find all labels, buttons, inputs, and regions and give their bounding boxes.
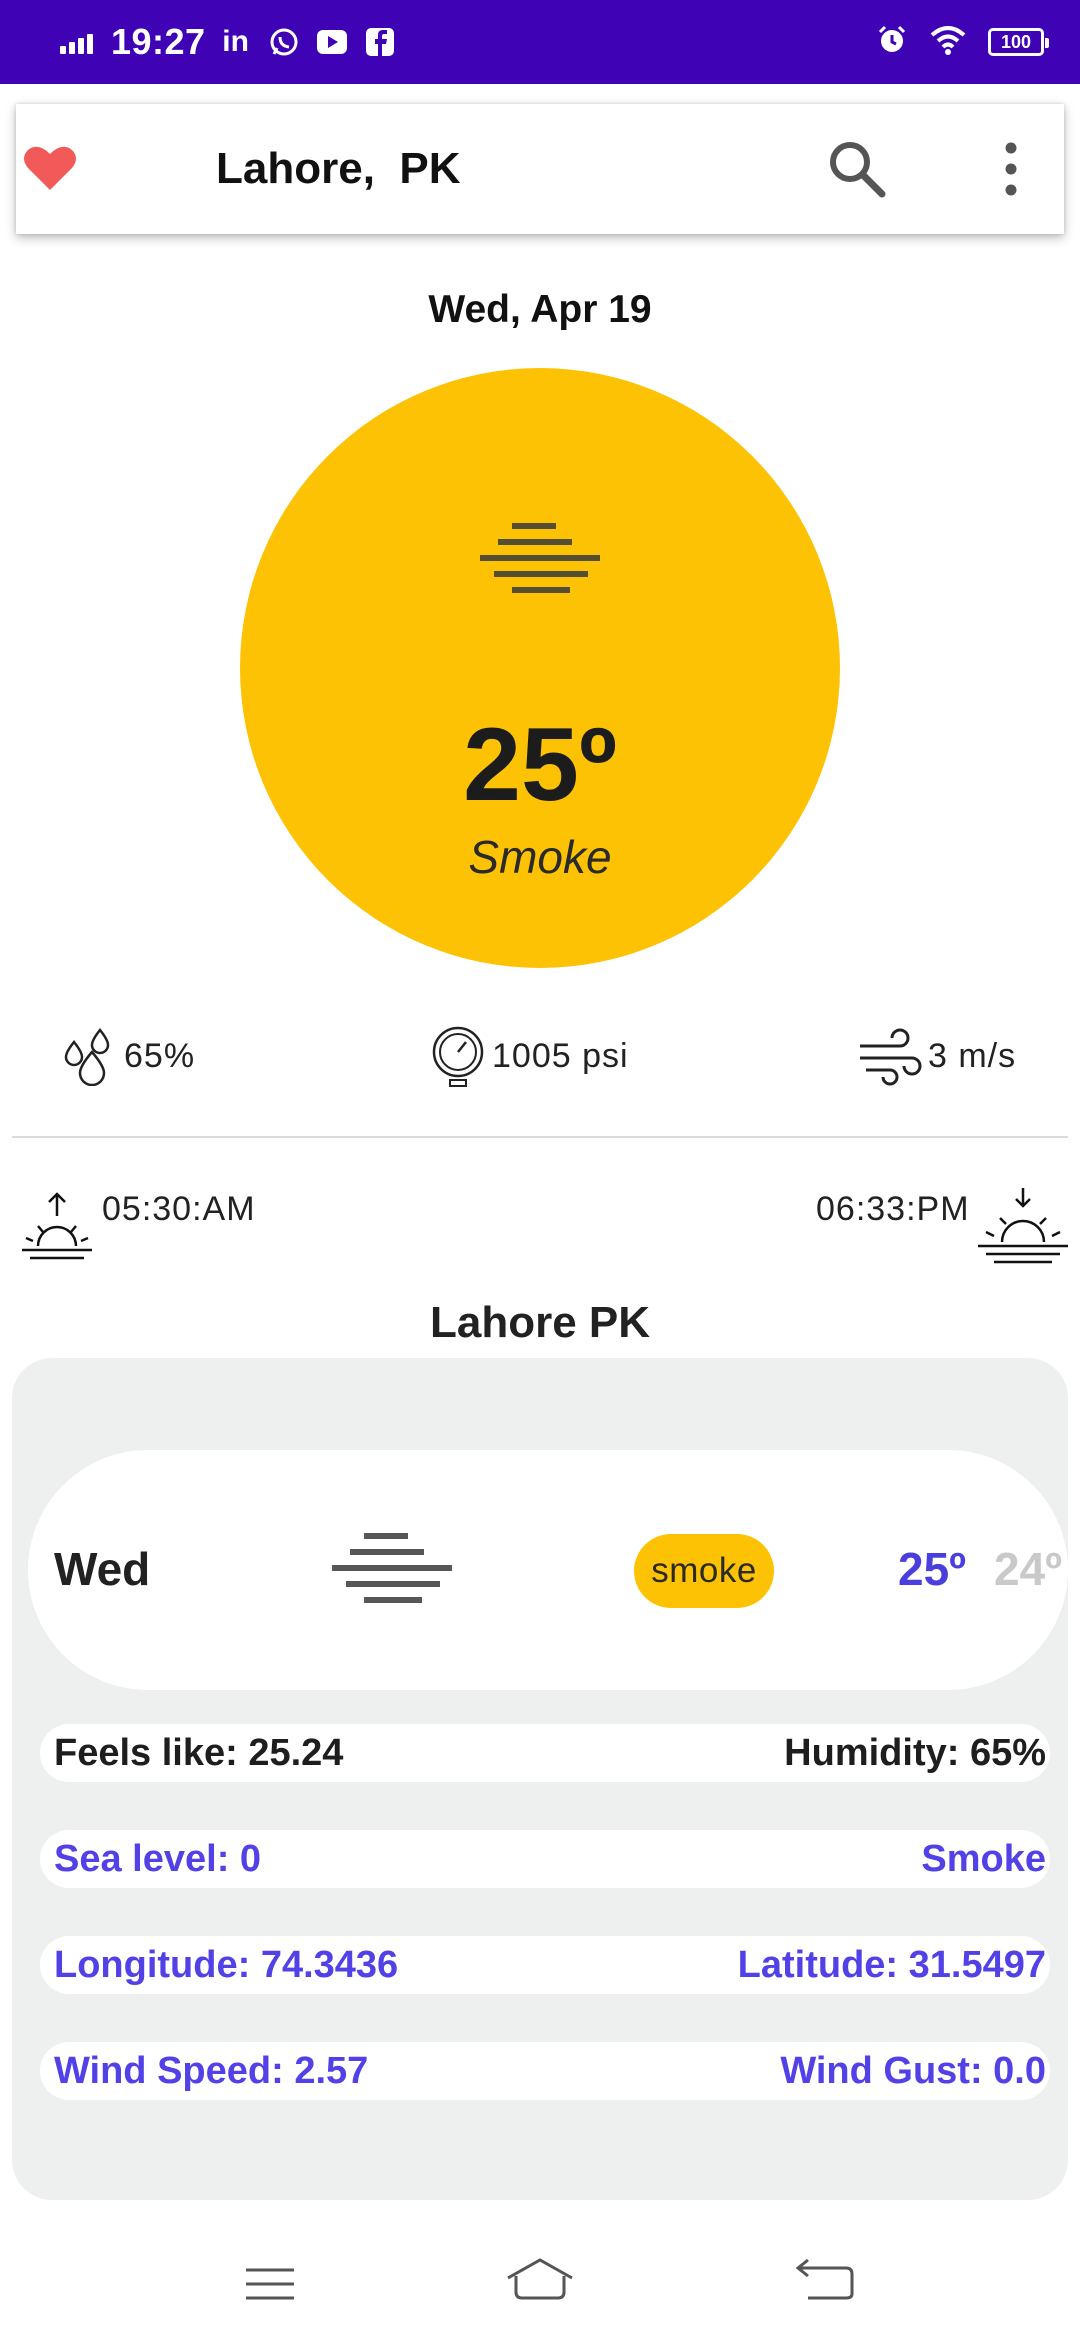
sunset-time: 06:33:PM — [816, 1190, 970, 1228]
humidity-drops-icon — [64, 1027, 110, 1086]
sunrise-icon — [20, 1190, 94, 1269]
divider — [12, 1136, 1068, 1138]
sunrise-time: 05:30:AM — [102, 1190, 256, 1228]
detail-row-feels: Feels like: 25.24 Humidity: 65% — [40, 1724, 1050, 1782]
haze-icon — [472, 520, 608, 610]
status-time: 19:27 — [111, 21, 206, 62]
sea-level: Sea level: 0 — [54, 1837, 262, 1880]
wind-speed: Wind Speed: 2.57 — [54, 2049, 369, 2092]
app-bar: Lahore, PK — [16, 104, 1064, 234]
pressure-value: 1005 psi — [492, 1036, 629, 1075]
wind-gust: Wind Gust: 0.0 — [780, 2049, 1046, 2092]
facebook-icon — [362, 24, 398, 60]
pressure-gauge-icon — [432, 1026, 484, 1087]
location-title: Lahore PK — [429, 1298, 651, 1347]
whatsapp-icon — [266, 24, 302, 60]
youtube-icon — [314, 24, 350, 60]
current-description: Smoke — [468, 831, 612, 883]
pressure-stat: 1005 psi — [428, 1024, 629, 1088]
forecast-day: Wed — [54, 1543, 151, 1595]
detail-row-coords: Longitude: 74.3436 Latitude: 31.5497 — [40, 1936, 1050, 1994]
linkedin-icon: in — [222, 25, 249, 58]
latitude: Latitude: 31.5497 — [737, 1943, 1046, 1986]
forecast-card: Wed smoke 25º 24º Feels like: 25.24 Humi… — [12, 1358, 1068, 2200]
more-vert-icon[interactable] — [976, 134, 1046, 204]
wifi-icon — [930, 25, 966, 60]
sunset-icon — [976, 1186, 1070, 1277]
home-icon[interactable] — [500, 2252, 580, 2316]
battery-icon: 100 — [988, 28, 1049, 56]
city-title: Lahore, PK — [216, 144, 461, 193]
humidity-value: 65% — [124, 1036, 196, 1075]
wind-stat: 3 m/s — [856, 1024, 1016, 1088]
wind-icon — [860, 1028, 922, 1086]
forecast-high: 25º — [898, 1543, 966, 1595]
current-temperature: 25º — [463, 707, 617, 823]
detail-row-wind: Wind Speed: 2.57 Wind Gust: 0.0 — [40, 2042, 1050, 2100]
status-bar: 19:27 in 100 — [0, 0, 1080, 84]
forecast-day-row[interactable]: Wed smoke 25º 24º — [28, 1450, 1068, 1690]
system-nav-bar — [0, 2230, 1080, 2340]
favorite-heart-icon[interactable] — [20, 138, 80, 198]
condition-badge: smoke — [634, 1534, 774, 1608]
forecast-low: 24º — [994, 1543, 1062, 1595]
weather-detail: Smoke — [921, 1837, 1046, 1880]
back-icon[interactable] — [786, 2252, 866, 2316]
feels-like: Feels like: 25.24 — [54, 1731, 344, 1774]
longitude: Longitude: 74.3436 — [54, 1943, 399, 1986]
current-date: Wed, Apr 19 — [428, 288, 652, 331]
alarm-icon — [876, 24, 908, 61]
humidity-detail: Humidity: 65% — [784, 1731, 1046, 1774]
recent-apps-icon[interactable] — [232, 2252, 312, 2316]
signal-icon — [60, 30, 93, 54]
search-icon[interactable] — [822, 134, 892, 204]
detail-row-sea: Sea level: 0 Smoke — [40, 1830, 1050, 1888]
wind-value: 3 m/s — [928, 1036, 1017, 1075]
humidity-stat: 65% — [60, 1024, 195, 1088]
haze-icon — [324, 1530, 464, 1620]
current-weather-circle: 25º Smoke — [240, 368, 840, 968]
